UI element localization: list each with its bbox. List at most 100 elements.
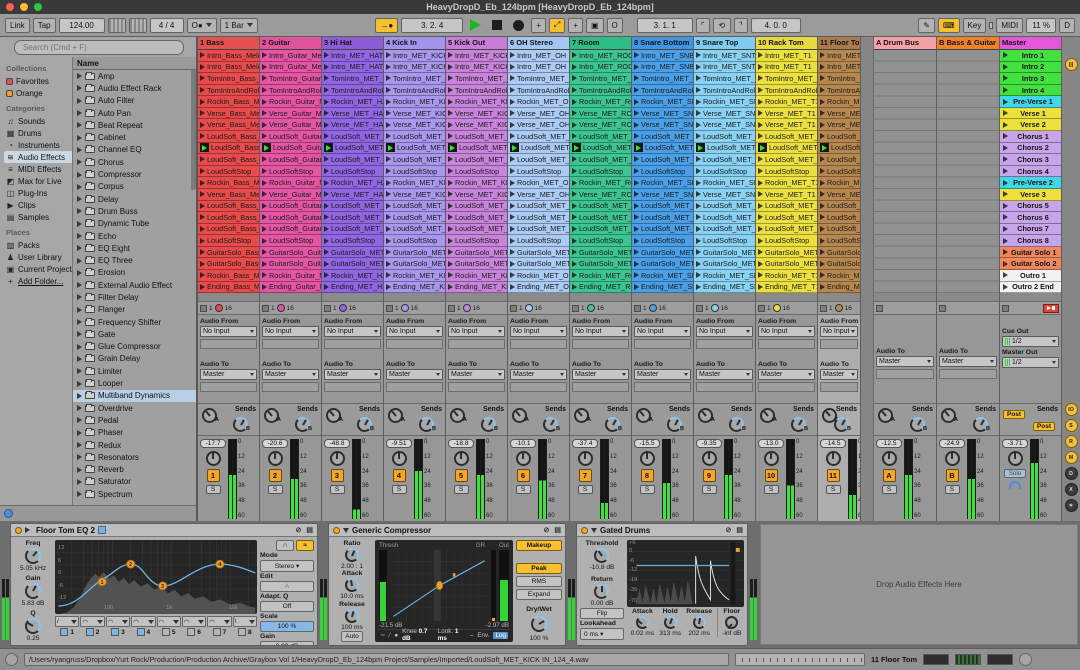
clip-play-icon[interactable] bbox=[200, 261, 205, 267]
loop-start-field[interactable]: 3. 1. 1 bbox=[637, 18, 693, 33]
solo-button[interactable]: S bbox=[206, 485, 221, 494]
clip-play-icon[interactable] bbox=[448, 261, 453, 267]
send-b-knob[interactable]: B bbox=[419, 417, 434, 432]
clip-slot[interactable]: LoudSoft_MET_T1 bbox=[756, 201, 817, 213]
expander-icon[interactable] bbox=[77, 344, 82, 350]
clip-play-icon[interactable] bbox=[634, 87, 639, 93]
clip-playing-icon[interactable] bbox=[324, 143, 333, 152]
clip-slot[interactable]: Verse_MET_T2 bbox=[818, 119, 860, 131]
volume-value[interactable]: -15.5 bbox=[634, 439, 660, 448]
clip-slot[interactable]: LoudSoft_MET_T2 bbox=[818, 224, 860, 236]
clip-slot[interactable]: Intro_MET_SNB bbox=[632, 62, 693, 74]
clip-play-icon[interactable] bbox=[696, 191, 701, 197]
clip-play-icon[interactable] bbox=[510, 52, 515, 58]
clip-slot[interactable]: Intro_MET_HAT bbox=[322, 50, 383, 62]
expander-icon[interactable] bbox=[77, 208, 82, 214]
clip-play-icon[interactable] bbox=[386, 75, 391, 81]
volume-value[interactable]: -13.0 bbox=[758, 439, 784, 448]
clip-slot[interactable]: LoudSoft_Guitar_Mel bbox=[260, 201, 321, 213]
list-item[interactable]: Phaser bbox=[73, 427, 196, 439]
clip-slot[interactable]: LoudSoftStop bbox=[446, 166, 507, 178]
clip-slot[interactable]: LoudSoft_MET_KICK_IN bbox=[384, 212, 445, 224]
clip-slot[interactable]: LoudSoft_MET_KICK_IN bbox=[384, 131, 445, 143]
track-activator-button[interactable]: 1 bbox=[207, 469, 220, 482]
unfold-device-icon[interactable] bbox=[25, 527, 33, 533]
clip-play-icon[interactable] bbox=[200, 64, 205, 70]
sidebar-item-samples[interactable]: ▤Samples bbox=[4, 211, 72, 223]
clip-play-icon[interactable] bbox=[696, 156, 701, 162]
scene-slot[interactable]: Intro 2 bbox=[1000, 62, 1061, 74]
audio-to-select[interactable]: Master bbox=[572, 369, 629, 380]
clip-slot[interactable]: Verse_MET_KICK_IN bbox=[384, 189, 445, 201]
scene-launch-icon[interactable] bbox=[1003, 261, 1008, 267]
clip-slot[interactable]: Rockin_MET_SNT bbox=[694, 177, 755, 189]
sidebar-item-plug-ins[interactable]: ◫Plug-Ins bbox=[4, 187, 72, 199]
volume-value[interactable]: -9.51 bbox=[386, 439, 412, 448]
expander-icon[interactable] bbox=[77, 417, 82, 423]
list-item[interactable]: Glue Compressor bbox=[73, 341, 196, 353]
scene-launch-icon[interactable] bbox=[1003, 156, 1008, 162]
send-a-knob[interactable]: A bbox=[878, 408, 893, 423]
clip-slot[interactable]: LoudSoftStop bbox=[570, 166, 631, 178]
clip-slot[interactable]: LoudSoft_MET_T2 bbox=[818, 212, 860, 224]
midi-map-button[interactable]: MIDI bbox=[996, 18, 1023, 33]
clip-play-icon[interactable] bbox=[262, 214, 267, 220]
metronome-button[interactable]: O● bbox=[187, 18, 217, 33]
scene-slot[interactable]: Chorus 1 bbox=[1000, 131, 1061, 143]
clip-play-icon[interactable] bbox=[758, 180, 763, 186]
clip-slot[interactable]: Intro_MET_OH bbox=[508, 50, 569, 62]
clip-play-icon[interactable] bbox=[696, 99, 701, 105]
list-item[interactable]: Overdrive bbox=[73, 402, 196, 414]
clip-play-icon[interactable] bbox=[448, 272, 453, 278]
clip-play-icon[interactable] bbox=[448, 64, 453, 70]
send-a-knob[interactable]: A bbox=[636, 408, 651, 423]
clip-slot[interactable]: LoudSoft_MET_KICK_OUT bbox=[446, 143, 507, 155]
clip-play-icon[interactable] bbox=[572, 52, 577, 58]
expander-icon[interactable] bbox=[77, 393, 82, 399]
clip-play-icon[interactable] bbox=[386, 284, 391, 290]
clip-slot[interactable]: TomIntroAndRoll_MET_SNT bbox=[694, 85, 755, 97]
input-channel-box[interactable] bbox=[448, 339, 505, 349]
clip-slot[interactable]: LoudSoft_Bass_Melody bbox=[198, 143, 259, 155]
view-toggle-m[interactable]: M bbox=[1065, 451, 1078, 464]
list-item[interactable]: Delay bbox=[73, 193, 196, 205]
clip-play-icon[interactable] bbox=[262, 110, 267, 116]
clip-stop-button[interactable] bbox=[200, 305, 207, 312]
clip-play-icon[interactable] bbox=[386, 214, 391, 220]
edit-ab-button[interactable]: A bbox=[260, 581, 314, 592]
clip-play-icon[interactable] bbox=[758, 226, 763, 232]
pan-knob[interactable] bbox=[330, 451, 345, 466]
clip-slot[interactable]: GuitarSolo_MET_T1 bbox=[756, 258, 817, 270]
clip-slot[interactable]: GuitarSolo_MET_ROOM bbox=[570, 247, 631, 259]
list-item[interactable]: Limiter bbox=[73, 365, 196, 377]
scene-launch-icon[interactable] bbox=[1003, 87, 1008, 93]
clip-play-icon[interactable] bbox=[324, 249, 329, 255]
audio-to-select[interactable]: Master bbox=[758, 369, 815, 380]
track-header[interactable]: 7 Room bbox=[570, 37, 631, 50]
clip-stop-button[interactable] bbox=[876, 305, 883, 312]
tap-tempo-button[interactable]: Tap bbox=[33, 18, 56, 33]
clip-slot[interactable]: Rockin_MET_SNT bbox=[694, 96, 755, 108]
clip-slot[interactable]: Rockin_MET_T2 bbox=[818, 96, 860, 108]
info-icon[interactable] bbox=[4, 509, 13, 518]
clip-slot[interactable]: Intro_MET_KICK_IN bbox=[384, 62, 445, 74]
input-channel-box[interactable] bbox=[820, 339, 858, 349]
scene-slot[interactable]: Guitar Solo 2 bbox=[1000, 258, 1061, 270]
clip-play-icon[interactable] bbox=[758, 284, 763, 290]
nudge-up-icon[interactable] bbox=[129, 18, 147, 33]
list-item[interactable]: Chorus bbox=[73, 156, 196, 168]
clip-slot[interactable]: Ending_Guitar_Mel bbox=[260, 282, 321, 294]
clip-play-icon[interactable] bbox=[262, 180, 267, 186]
list-item[interactable]: Looper bbox=[73, 377, 196, 389]
clip-play-icon[interactable] bbox=[324, 261, 329, 267]
clip-slot[interactable]: Intro_MET_ROOM bbox=[570, 50, 631, 62]
audio-from-select[interactable]: No Input bbox=[634, 326, 691, 337]
audio-to-select[interactable]: Master bbox=[510, 369, 567, 380]
sidebar-item-collection[interactable]: Favorites bbox=[4, 75, 72, 87]
level-meter[interactable] bbox=[662, 439, 671, 519]
fold-device-icon[interactable] bbox=[591, 528, 597, 533]
clip-slot[interactable]: LoudSoftStop bbox=[198, 166, 259, 178]
threshold-knob[interactable] bbox=[594, 548, 609, 563]
track-activator-button[interactable]: 7 bbox=[579, 469, 592, 482]
clip-slot[interactable]: LoudSoft_MET_HAT bbox=[322, 143, 383, 155]
